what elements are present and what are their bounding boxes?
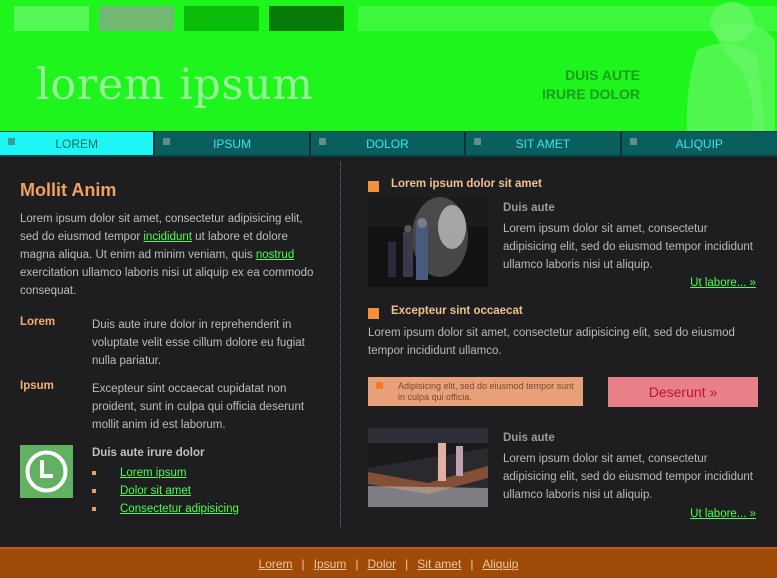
column-divider <box>340 162 341 527</box>
item-text: Lorem ipsum dolor sit amet, consectetur … <box>503 223 753 271</box>
nav-item-aliquip[interactable]: ALIQUIP <box>622 132 777 155</box>
main-nav: LOREM IPSUM DOLOR SIT AMET ALIQUIP <box>0 131 777 157</box>
nav-item-ipsum[interactable]: IPSUM <box>155 132 311 155</box>
left-column: Mollit Anim Lorem ipsum dolor sit amet, … <box>20 180 320 515</box>
item-subtitle: Duis aute <box>503 432 555 444</box>
color-swatch-2 <box>99 6 174 31</box>
list-item: Dolor sit amet <box>92 482 239 500</box>
nav-bullet-icon <box>474 138 482 145</box>
nav-label: DOLOR <box>366 136 409 151</box>
section-text: Lorem ipsum dolor sit amet, consectetur … <box>368 327 735 357</box>
bullet-icon <box>92 489 96 493</box>
tagline-line-2: IRURE DOLOR <box>542 86 640 102</box>
deserunt-button[interactable]: Deserunt » <box>608 377 758 407</box>
item-text: Lorem ipsum dolor sit amet, consectetur … <box>503 453 753 501</box>
link-dolor-sit-amet[interactable]: Dolor sit amet <box>120 485 191 497</box>
list-item: Consectetur adipisicing <box>92 500 239 518</box>
thumbnail-subway-platform[interactable] <box>368 428 488 507</box>
heading-text: Excepteur sint occaecat <box>391 305 523 317</box>
nav-item-lorem[interactable]: LOREM <box>0 132 156 155</box>
link-incididunt[interactable]: incididunt <box>143 231 192 243</box>
bullet-icon <box>92 507 96 511</box>
intro-paragraph: Lorem ipsum dolor sit amet, consectetur … <box>20 210 320 300</box>
section-title: Mollit Anim <box>20 180 117 200</box>
nav-label: IPSUM <box>213 136 252 151</box>
footer-link-lorem[interactable]: Lorem <box>259 557 293 571</box>
note-text: Adipisicing elit, sed do eiusmod tempor … <box>398 381 574 402</box>
link-nostrud[interactable]: nostrud <box>256 249 294 261</box>
heading-text: Lorem ipsum dolor sit amet <box>391 178 542 190</box>
bullet-icon <box>92 471 96 475</box>
nav-bullet-icon <box>318 138 326 145</box>
color-swatch-3 <box>184 6 259 31</box>
nav-bullet-icon <box>163 138 171 145</box>
list-item: Lorem ipsum <box>92 464 239 482</box>
site-logo[interactable]: lorem ipsum <box>36 60 313 110</box>
footer-separator: | <box>355 556 359 571</box>
footer-link-sit-amet[interactable]: Sit amet <box>417 557 461 571</box>
footer-separator: | <box>301 556 305 571</box>
tagline-line-1: DUIS AUTE <box>565 67 640 83</box>
nav-label: SIT AMET <box>515 136 571 151</box>
intro-text-c: exercitation ullamco laboris nisi ut ali… <box>20 267 314 297</box>
nav-label: LOREM <box>55 136 99 151</box>
definition-term: Ipsum <box>20 380 54 392</box>
nav-label: ALIQUIP <box>675 136 723 151</box>
thumbnail-people-walking[interactable] <box>368 197 488 287</box>
footer-link-aliquip[interactable]: Aliquip <box>482 557 518 571</box>
color-swatch-1 <box>14 6 89 31</box>
section-heading-2: Excepteur sint occaecat <box>368 305 523 319</box>
read-more-link[interactable]: Ut labore... » <box>690 277 756 289</box>
footer-link-ipsum[interactable]: Ipsum <box>314 557 347 571</box>
read-more-link[interactable]: Ut labore... » <box>690 508 756 520</box>
clock-icon <box>20 445 73 498</box>
header: lorem ipsum DUIS AUTE IRURE DOLOR <box>0 0 777 131</box>
nav-item-sit-amet[interactable]: SIT AMET <box>466 132 622 155</box>
header-tagline: DUIS AUTE IRURE DOLOR <box>520 66 640 104</box>
footer-nav: Lorem | Ipsum | Dolor | Sit amet | Aliqu… <box>0 547 777 578</box>
color-swatch-4 <box>269 6 344 31</box>
footer-link-dolor[interactable]: Dolor <box>367 557 396 571</box>
heading-bullet-icon <box>368 181 379 192</box>
section-heading-1: Lorem ipsum dolor sit amet <box>368 178 542 192</box>
nav-bullet-icon <box>8 138 15 145</box>
info-note: Adipisicing elit, sed do eiusmod tempor … <box>368 377 583 406</box>
header-figure-image <box>686 2 775 131</box>
nav-bullet-icon <box>629 138 637 145</box>
heading-bullet-icon <box>368 308 379 319</box>
definition-desc: Duis aute irure dolor in reprehenderit i… <box>92 319 305 367</box>
link-consectetur-adipisicing[interactable]: Consectetur adipisicing <box>120 503 239 515</box>
link-lorem-ipsum[interactable]: Lorem ipsum <box>120 467 186 479</box>
definition-desc: Excepteur sint occaecat cupidatat non pr… <box>92 383 305 431</box>
nav-item-dolor[interactable]: DOLOR <box>311 132 467 155</box>
links-list: Lorem ipsum Dolor sit amet Consectetur a… <box>92 464 239 518</box>
footer-separator: | <box>405 556 409 571</box>
item-subtitle: Duis aute <box>503 202 555 214</box>
footer-separator: | <box>470 556 474 571</box>
links-title: Duis aute irure dolor <box>92 447 205 459</box>
note-bullet-icon <box>376 382 383 389</box>
definition-term: Lorem <box>20 316 56 328</box>
